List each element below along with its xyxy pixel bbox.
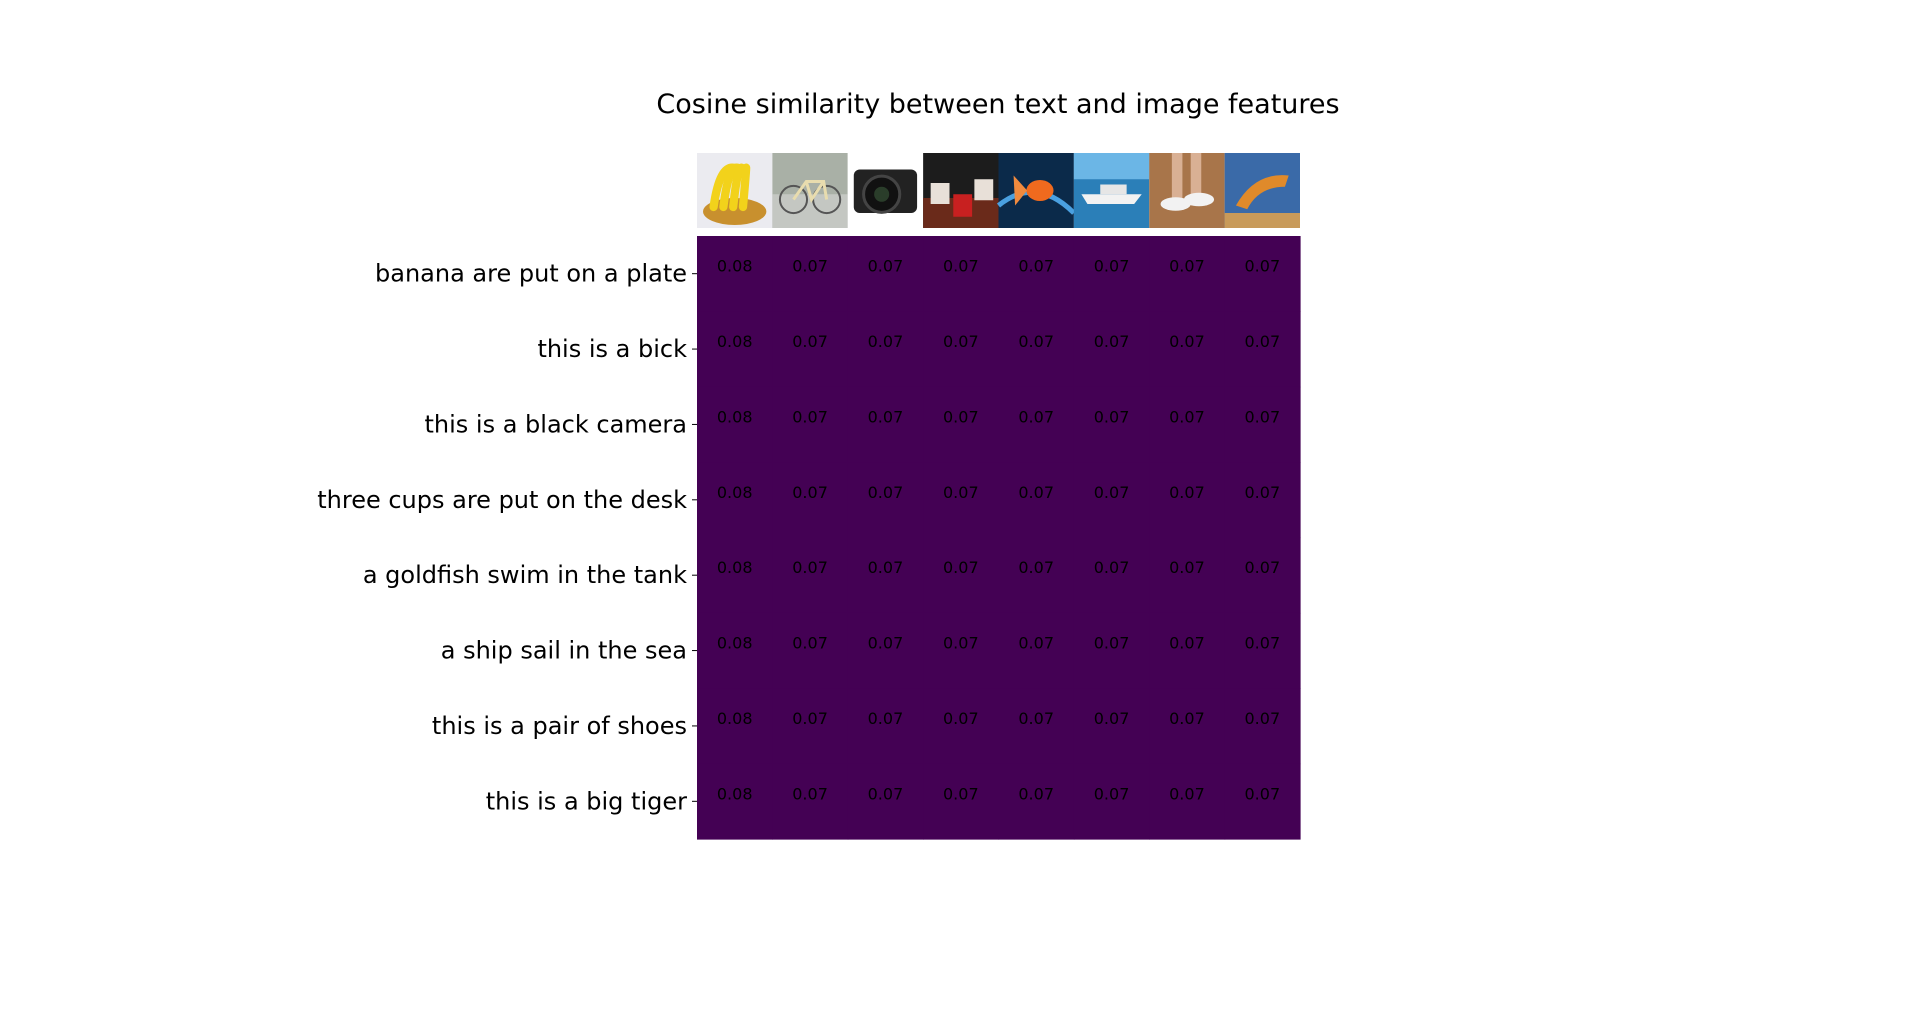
cell-value: 0.07 [1245,483,1281,502]
cell-value: 0.07 [1018,483,1054,502]
similarity-figure: Cosine similarity between text and image… [317,89,1340,840]
shoes-photo-icon [1149,153,1225,228]
cell-value: 0.07 [868,709,904,728]
cell-value: 0.07 [792,257,828,276]
cell-value: 0.07 [1169,634,1205,653]
cell-value: 0.07 [1018,709,1054,728]
row-label: this is a bick [537,335,687,363]
row-label: a ship sail in the sea [441,637,687,665]
cell-value: 0.07 [1245,709,1281,728]
cell-value: 0.07 [1245,332,1281,351]
cell-value: 0.07 [792,407,828,426]
cell-value: 0.07 [792,634,828,653]
cell-value: 0.07 [1169,332,1205,351]
cell-value: 0.08 [717,407,753,426]
cell-value: 0.07 [1018,558,1054,577]
cell-value: 0.08 [717,257,753,276]
cell-value: 0.07 [868,634,904,653]
cell-value: 0.07 [1169,784,1205,803]
cell-value: 0.07 [943,332,979,351]
cell-value: 0.07 [1245,634,1281,653]
cell-value: 0.07 [943,784,979,803]
image-thumbnails [697,153,1300,228]
cell-value: 0.07 [1094,784,1130,803]
cell-value: 0.07 [792,483,828,502]
cell-value: 0.07 [1169,709,1205,728]
row-label: three cups are put on the desk [317,486,687,514]
cell-value: 0.07 [1018,332,1054,351]
camera-photo-icon [847,153,924,228]
ship-photo-icon [1073,153,1150,228]
cell-value: 0.07 [1018,407,1054,426]
row-ticks [692,273,697,802]
cell-value: 0.07 [1018,634,1054,653]
cell-value: 0.08 [717,558,753,577]
cell-value: 0.07 [868,784,904,803]
cell-value: 0.07 [943,483,979,502]
cell-value: 0.07 [1094,257,1130,276]
cell-value: 0.07 [1094,483,1130,502]
cell-value: 0.07 [1094,332,1130,351]
cups-photo-icon [923,153,999,228]
cell-value: 0.08 [717,332,753,351]
cell-value: 0.07 [1018,784,1054,803]
cell-value: 0.08 [717,784,753,803]
cell-value: 0.07 [1169,407,1205,426]
cell-value: 0.07 [1094,407,1130,426]
cell-value: 0.07 [1169,483,1205,502]
cell-value: 0.07 [792,709,828,728]
cell-value: 0.07 [1169,558,1205,577]
cell-value: 0.08 [717,483,753,502]
cell-value: 0.07 [943,257,979,276]
cell-value: 0.07 [868,483,904,502]
cell-value: 0.07 [868,407,904,426]
cell-value: 0.07 [792,558,828,577]
cell-value: 0.07 [1094,634,1130,653]
chart-title: Cosine similarity between text and image… [656,89,1339,120]
row-labels: banana are put on a plate this is a bick t… [317,260,687,816]
cell-value: 0.08 [717,634,753,653]
cell-value: 0.07 [1245,558,1281,577]
cell-value: 0.07 [1018,257,1054,276]
cell-value: 0.07 [943,407,979,426]
cell-value: 0.07 [792,332,828,351]
cell-value: 0.07 [792,784,828,803]
banana-photo-icon [697,153,773,228]
cell-value: 0.07 [868,558,904,577]
row-label: this is a black camera [424,410,687,438]
row-label: banana are put on a plate [375,260,687,288]
cell-value: 0.07 [1094,709,1130,728]
cell-value: 0.07 [1169,257,1205,276]
tiger-photo-icon [1224,153,1300,228]
cell-value: 0.08 [717,709,753,728]
cell-value: 0.07 [943,558,979,577]
heatmap-cells [697,236,1301,840]
bicycle-photo-icon [772,153,848,228]
cell-value: 0.07 [943,709,979,728]
cell-value: 0.07 [1094,558,1130,577]
goldfish-photo-icon [996,153,1076,228]
cell-value: 0.07 [868,332,904,351]
cell-value: 0.07 [1245,784,1281,803]
cell-value: 0.07 [943,634,979,653]
row-label: this is a big tiger [486,787,687,815]
cell-value: 0.07 [1245,407,1281,426]
row-label: this is a pair of shoes [432,712,687,740]
row-label: a goldfish swim in the tank [363,561,687,589]
cell-value: 0.07 [1245,257,1281,276]
cell-value: 0.07 [868,257,904,276]
